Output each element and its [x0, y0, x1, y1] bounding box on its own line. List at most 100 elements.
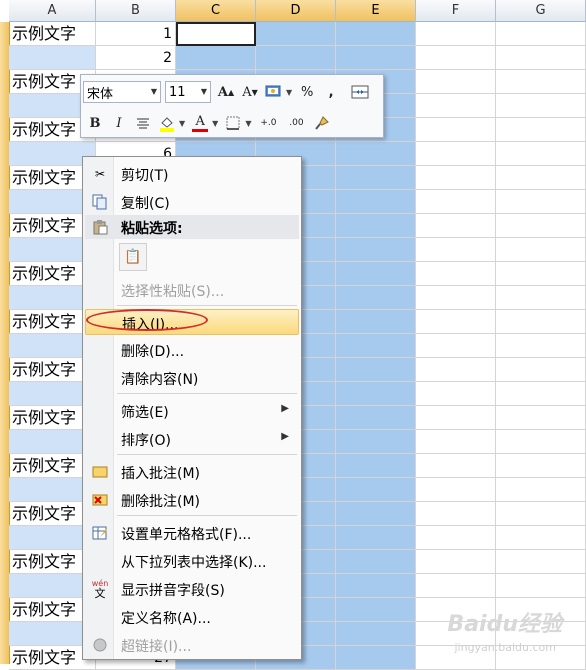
cell[interactable]: [496, 118, 586, 142]
cell[interactable]: [416, 70, 496, 94]
cell[interactable]: [496, 70, 586, 94]
cell[interactable]: [496, 22, 586, 46]
cell[interactable]: [416, 430, 496, 454]
cell[interactable]: [416, 526, 496, 550]
chevron-down-icon[interactable]: ▼: [151, 87, 157, 96]
cell[interactable]: [336, 574, 416, 598]
column-header-a[interactable]: A: [9, 0, 96, 22]
cell[interactable]: [496, 94, 586, 118]
fill-color-button[interactable]: [156, 112, 178, 134]
column-header-d[interactable]: D: [256, 0, 336, 22]
cell[interactable]: [416, 286, 496, 310]
cell-b[interactable]: 2: [96, 46, 176, 70]
menu-item-filter[interactable]: 筛选(E) ▶: [85, 398, 299, 424]
cell[interactable]: [496, 238, 586, 262]
cell[interactable]: [416, 166, 496, 190]
cell[interactable]: [416, 382, 496, 406]
cell[interactable]: [336, 46, 416, 70]
font-color-button[interactable]: A: [189, 112, 211, 134]
cell[interactable]: [336, 478, 416, 502]
menu-item-delete-comment[interactable]: 删除批注(M): [85, 487, 299, 513]
cell[interactable]: [336, 502, 416, 526]
cell[interactable]: [336, 454, 416, 478]
cell[interactable]: [336, 166, 416, 190]
cell[interactable]: [416, 238, 496, 262]
cell-b[interactable]: 1: [96, 22, 176, 46]
cell[interactable]: [336, 622, 416, 646]
cell[interactable]: [256, 22, 336, 46]
menu-item-pick-from-list[interactable]: 从下拉列表中选择(K)...: [85, 548, 299, 574]
cell[interactable]: [416, 310, 496, 334]
cell[interactable]: [416, 406, 496, 430]
align-center-button[interactable]: [132, 112, 154, 134]
chevron-down-icon[interactable]: ▼: [286, 88, 292, 97]
menu-item-copy[interactable]: 复制(C): [85, 189, 299, 215]
menu-item-clear-contents[interactable]: 清除内容(N): [85, 365, 299, 391]
cell[interactable]: [496, 526, 586, 550]
cell[interactable]: [496, 550, 586, 574]
format-painter-button[interactable]: [311, 112, 333, 134]
menu-item-insert-comment[interactable]: 插入批注(M): [85, 459, 299, 485]
cell[interactable]: [336, 142, 416, 166]
merge-center-button[interactable]: [349, 81, 371, 103]
cell[interactable]: [416, 142, 496, 166]
cell[interactable]: [336, 190, 416, 214]
cell[interactable]: [496, 406, 586, 430]
menu-item-define-name[interactable]: 定义名称(A)...: [85, 604, 299, 630]
cell[interactable]: [256, 46, 336, 70]
accounting-format-button[interactable]: [263, 81, 285, 103]
menu-item-hyperlink[interactable]: 超链接(I)...: [85, 632, 299, 658]
cell[interactable]: [336, 430, 416, 454]
cell[interactable]: [496, 334, 586, 358]
menu-item-cut[interactable]: ✂ 剪切(T): [85, 161, 299, 187]
cell[interactable]: [336, 406, 416, 430]
menu-item-sort[interactable]: 排序(O) ▶: [85, 426, 299, 452]
column-header-e[interactable]: E: [336, 0, 416, 22]
menu-item-paste-special[interactable]: 选择性粘贴(S)...: [85, 277, 299, 303]
italic-button[interactable]: I: [108, 112, 130, 134]
cell[interactable]: [336, 598, 416, 622]
cell[interactable]: [416, 190, 496, 214]
paste-option-button[interactable]: 📋: [119, 243, 147, 271]
active-cell[interactable]: [176, 22, 256, 46]
cell[interactable]: [496, 454, 586, 478]
column-header-c[interactable]: C: [176, 0, 256, 22]
cell[interactable]: [416, 262, 496, 286]
cell[interactable]: [416, 478, 496, 502]
cell[interactable]: [176, 46, 256, 70]
cell[interactable]: [496, 214, 586, 238]
cell[interactable]: [336, 550, 416, 574]
cell[interactable]: [416, 574, 496, 598]
cell[interactable]: [336, 286, 416, 310]
cell[interactable]: [336, 310, 416, 334]
cell[interactable]: [496, 262, 586, 286]
cell[interactable]: [336, 334, 416, 358]
percent-style-button[interactable]: %: [296, 81, 318, 103]
cell-a[interactable]: [9, 46, 96, 70]
cell[interactable]: [496, 46, 586, 70]
cell[interactable]: [336, 214, 416, 238]
shrink-font-button[interactable]: A ▼: [239, 81, 261, 103]
cell[interactable]: [496, 286, 586, 310]
cell[interactable]: [416, 46, 496, 70]
increase-decimal-button[interactable]: +.0: [255, 112, 281, 134]
cell[interactable]: [496, 166, 586, 190]
comma-style-button[interactable]: ,: [320, 81, 342, 103]
cell[interactable]: [496, 478, 586, 502]
cell[interactable]: [336, 382, 416, 406]
cell[interactable]: [496, 142, 586, 166]
cell-a[interactable]: 示例文字: [9, 22, 96, 46]
cell[interactable]: [496, 382, 586, 406]
chevron-down-icon[interactable]: ▼: [201, 87, 207, 96]
chevron-down-icon[interactable]: ▼: [245, 119, 251, 128]
menu-item-format-cells[interactable]: 设置单元格格式(F)...: [85, 520, 299, 546]
cell[interactable]: [416, 550, 496, 574]
menu-item-show-phonetic[interactable]: wén 文 显示拼音字段(S): [85, 576, 299, 602]
cell[interactable]: [416, 454, 496, 478]
bold-button[interactable]: B: [84, 112, 106, 134]
cell[interactable]: [416, 502, 496, 526]
cell[interactable]: [336, 646, 416, 670]
cell[interactable]: [496, 430, 586, 454]
cell[interactable]: [496, 502, 586, 526]
borders-button[interactable]: [222, 112, 244, 134]
